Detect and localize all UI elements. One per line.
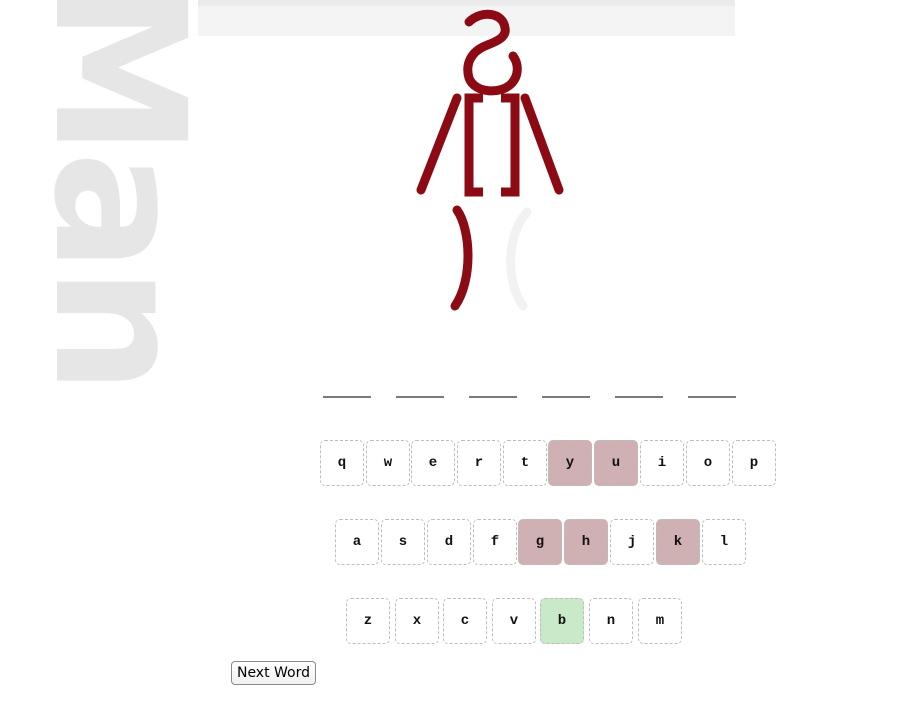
key-u[interactable]: u bbox=[594, 440, 638, 486]
figure-right-arm bbox=[520, 93, 564, 195]
figure-left-arm bbox=[416, 93, 462, 195]
key-v[interactable]: v bbox=[492, 598, 536, 644]
figure-head bbox=[463, 9, 522, 96]
key-y[interactable]: y bbox=[548, 440, 592, 486]
key-w[interactable]: w bbox=[366, 440, 410, 486]
figure-left-leg bbox=[450, 205, 473, 311]
key-a[interactable]: a bbox=[335, 519, 379, 565]
title-label-text: hangman bbox=[128, 36, 130, 250]
letter-blank bbox=[469, 396, 517, 398]
key-o[interactable]: o bbox=[686, 440, 730, 486]
key-f[interactable]: f bbox=[473, 519, 517, 565]
key-l[interactable]: l bbox=[702, 519, 746, 565]
letter-blank bbox=[615, 396, 663, 398]
key-p[interactable]: p bbox=[732, 440, 776, 486]
key-m[interactable]: m bbox=[638, 598, 682, 644]
key-k[interactable]: k bbox=[656, 519, 700, 565]
key-n[interactable]: n bbox=[589, 598, 633, 644]
figure-body-right bbox=[501, 93, 520, 197]
letter-blank bbox=[396, 396, 444, 398]
figure-body-left bbox=[464, 93, 483, 197]
key-t[interactable]: t bbox=[503, 440, 547, 486]
key-g[interactable]: g bbox=[518, 519, 562, 565]
key-z[interactable]: z bbox=[346, 598, 390, 644]
next-word-button[interactable]: Next Word bbox=[231, 661, 316, 685]
key-x[interactable]: x bbox=[395, 598, 439, 644]
key-e[interactable]: e bbox=[411, 440, 455, 486]
key-d[interactable]: d bbox=[427, 519, 471, 565]
key-h[interactable]: h bbox=[564, 519, 608, 565]
word-blanks bbox=[323, 396, 743, 402]
hangman-game: Man hangman q w e r t y u i o p a s d f … bbox=[0, 0, 900, 714]
key-r[interactable]: r bbox=[457, 440, 501, 486]
key-s[interactable]: s bbox=[381, 519, 425, 565]
key-c[interactable]: c bbox=[443, 598, 487, 644]
key-j[interactable]: j bbox=[610, 519, 654, 565]
title-label: hangman bbox=[88, 36, 130, 256]
key-i[interactable]: i bbox=[640, 440, 684, 486]
letter-blank bbox=[542, 396, 590, 398]
key-q[interactable]: q bbox=[320, 440, 364, 486]
hangman-figure bbox=[416, 9, 564, 311]
key-b[interactable]: b bbox=[540, 598, 584, 644]
letter-blank bbox=[323, 396, 371, 398]
letter-blank bbox=[688, 396, 736, 398]
figure-right-leg-ghost bbox=[506, 207, 532, 311]
